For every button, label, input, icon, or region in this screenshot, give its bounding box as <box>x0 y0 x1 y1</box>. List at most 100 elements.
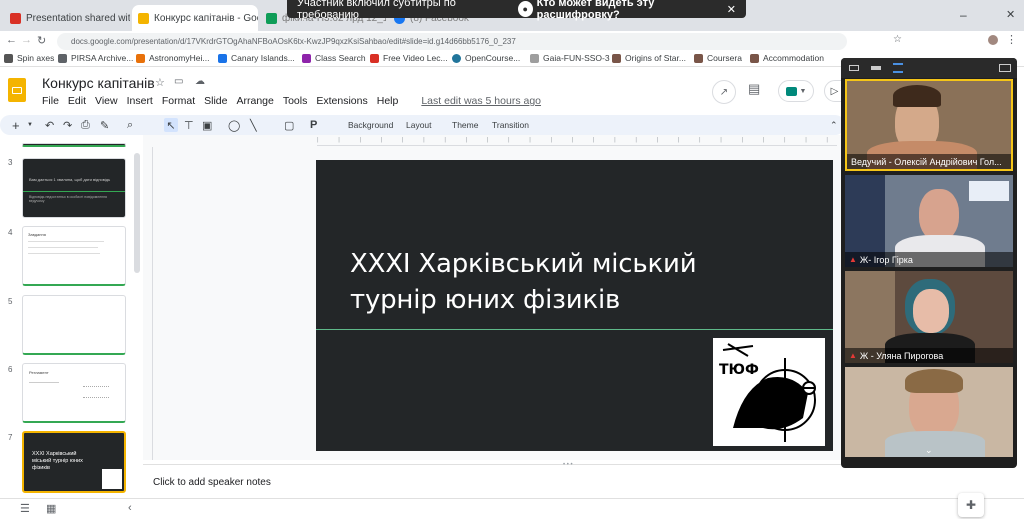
presentation-title[interactable]: Конкурс капітанів <box>42 75 155 91</box>
bookmark-item[interactable]: Coursera <box>694 53 742 63</box>
shape-icon[interactable]: ◯ <box>228 118 240 132</box>
print-icon[interactable]: ⎙ <box>81 118 90 132</box>
slide-thumbnail-6[interactable]: Регламент <box>22 363 126 423</box>
participant-name-text: Ж - Уляна Пирогова <box>859 350 944 361</box>
slide-thumbnail-2-partial[interactable] <box>22 143 126 147</box>
chevron-down-icon[interactable]: ⌄ <box>925 445 933 456</box>
slide-number: 7 <box>8 433 13 442</box>
participant-tile-host[interactable]: Ведучий - Олексій Андрійович Гол... <box>845 79 1013 171</box>
participant-tile[interactable]: ▲ Ж- Ігор Гірка <box>845 175 1013 267</box>
bookmark-item[interactable]: Origins of Star... <box>612 53 686 63</box>
view-toggle-icon[interactable] <box>849 65 859 71</box>
explore-icon[interactable]: ✚ <box>958 493 984 517</box>
cloud-status-icon: ☁ <box>195 76 205 87</box>
browser-menu-icon[interactable]: ⋮ <box>1006 33 1017 46</box>
slide-thumbnail-5[interactable] <box>22 295 126 355</box>
redo-icon[interactable]: ↷ <box>63 118 72 132</box>
background-button[interactable]: Background <box>348 118 393 132</box>
transition-button[interactable]: Transition <box>492 118 529 132</box>
move-folder-icon[interactable]: ▭ <box>174 76 183 87</box>
filmstrip-view-icon[interactable]: ▦ <box>46 502 56 515</box>
bookmark-item[interactable]: Class Search <box>302 53 366 63</box>
grid-view-icon[interactable]: ☰ <box>20 502 30 515</box>
bookmark-item[interactable]: AstronomyHei... <box>136 53 209 63</box>
bookmark-item[interactable]: Free Video Lec... <box>370 53 448 63</box>
caption-visibility-link[interactable]: Кто может видеть эту расшифровку? <box>537 0 727 21</box>
participant-video <box>913 289 949 333</box>
thumbnail-logo <box>102 469 122 489</box>
video-call-panel: Ведучий - Олексій Андрійович Гол... ▲ Ж- … <box>841 58 1017 468</box>
bookmark-star-icon[interactable]: ☆ <box>893 34 902 45</box>
slide-thumbnail-7-selected[interactable]: ХХХІ Харківський міський турнір юних фіз… <box>22 431 126 493</box>
speaker-view-icon[interactable] <box>893 63 903 73</box>
comments-icon[interactable]: ▤ <box>748 81 760 97</box>
menu-insert[interactable]: Insert <box>127 95 153 107</box>
slide-title[interactable]: ХХХІ Харківський міський турнір юних фіз… <box>350 246 790 318</box>
text-format-icon[interactable]: P <box>310 118 317 132</box>
last-edit-link[interactable]: Last edit was 5 hours ago <box>421 95 541 107</box>
fullscreen-icon[interactable] <box>999 64 1011 72</box>
tab-label: Presentation shared with <box>26 12 130 24</box>
bookmark-item[interactable]: Canary Islands... <box>218 53 295 63</box>
current-slide[interactable]: ХХХІ Харківський міський турнір юних фіз… <box>316 160 833 451</box>
resize-handle[interactable]: • • • <box>563 462 573 468</box>
bookmark-item[interactable]: Gaia-FUN-SSO-3 <box>530 53 610 63</box>
line-icon[interactable]: ╲ <box>250 118 257 132</box>
slide-thumbnail-3[interactable]: Вам дається 1 хвилина, щоб дати відповід… <box>22 158 126 218</box>
undo-icon[interactable]: ↶ <box>45 118 54 132</box>
menu-arrange[interactable]: Arrange <box>236 95 273 107</box>
gmail-icon <box>10 12 21 24</box>
minimize-icon[interactable]: – <box>960 8 967 22</box>
slide-thumbnail-4[interactable]: Завдання <box>22 226 126 286</box>
back-icon[interactable]: ← <box>6 34 17 46</box>
collapse-panel-icon[interactable]: ‹ <box>128 502 132 514</box>
activity-icon[interactable]: ↗ <box>712 80 736 104</box>
comment-icon[interactable]: ▢ <box>284 118 294 132</box>
bookmark-label: Coursera <box>707 53 742 63</box>
image-icon[interactable]: ▣ <box>202 118 212 132</box>
tyuf-logo[interactable]: ТЮФ <box>713 338 825 446</box>
profile-avatar[interactable] <box>988 35 998 45</box>
speaker-notes-placeholder[interactable]: Click to add speaker notes <box>153 477 271 488</box>
slide-number: 3 <box>8 158 13 167</box>
minimize-view-icon[interactable] <box>871 66 881 70</box>
forward-icon[interactable]: → <box>21 34 32 46</box>
filmstrip-scrollbar[interactable] <box>134 153 140 273</box>
bookmark-label: AstronomyHei... <box>149 53 210 63</box>
folder-icon <box>750 53 759 63</box>
layout-button[interactable]: Layout <box>406 118 432 132</box>
meet-button[interactable]: ▼ <box>778 80 814 102</box>
tab-presentation-shared[interactable]: Presentation shared with ✕ <box>4 5 130 31</box>
menu-format[interactable]: Format <box>162 95 195 107</box>
menu-edit[interactable]: Edit <box>68 95 86 107</box>
slides-logo-icon[interactable] <box>8 78 26 102</box>
menu-help[interactable]: Help <box>377 95 399 107</box>
speaker-notes[interactable]: • • • Click to add speaker notes <box>143 462 843 498</box>
bookmark-item[interactable]: OpenCourse... <box>452 53 520 63</box>
url-field[interactable]: docs.google.com/presentation/d/17VKrdrGT… <box>57 33 847 50</box>
new-slide-icon[interactable]: + <box>12 118 20 133</box>
participant-video <box>969 181 1009 201</box>
select-tool-icon[interactable]: ↖ <box>164 118 178 132</box>
participant-tile[interactable]: ⌄ <box>845 367 1013 457</box>
menu-extensions[interactable]: Extensions <box>316 95 367 107</box>
star-icon[interactable]: ☆ <box>155 76 165 89</box>
menu-slide[interactable]: Slide <box>204 95 227 107</box>
zoom-icon[interactable]: ⌕ <box>127 118 133 132</box>
reload-icon[interactable]: ↻ <box>37 34 46 47</box>
theme-button[interactable]: Theme <box>452 118 478 132</box>
bookmark-item[interactable]: Accommodation <box>750 53 824 63</box>
chevron-up-icon[interactable]: ⌃ <box>830 118 838 132</box>
menu-file[interactable]: File <box>42 95 59 107</box>
window-close-icon[interactable]: ✕ <box>1006 8 1015 21</box>
bookmark-item[interactable]: PIRSA Archive... <box>58 53 133 63</box>
chevron-down-icon[interactable]: ▼ <box>27 118 33 132</box>
text-box-icon[interactable]: ⊤ <box>184 118 194 132</box>
participant-tile[interactable]: ▲ Ж - Уляна Пирогова <box>845 271 1013 363</box>
tab-docs-active[interactable]: Конкурс капітанів - Goo ✕ <box>132 5 258 31</box>
menu-view[interactable]: View <box>95 95 118 107</box>
paint-format-icon[interactable]: ✎ <box>100 118 109 132</box>
bookmark-item[interactable]: Spin axes <box>4 53 54 63</box>
caption-close-icon[interactable]: ✕ <box>727 3 736 16</box>
menu-tools[interactable]: Tools <box>283 95 308 107</box>
